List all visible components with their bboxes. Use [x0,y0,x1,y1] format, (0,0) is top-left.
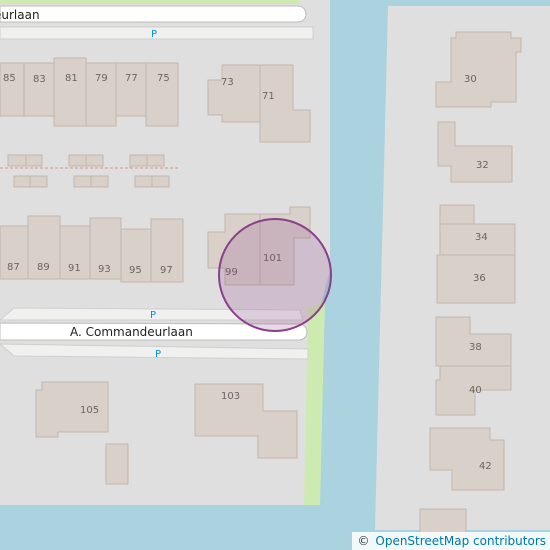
parking-label-top: P [151,29,157,40]
shed [29,175,48,188]
house-number: 93 [98,264,111,275]
shed [146,154,165,167]
building-83 [23,62,55,117]
house-number: 36 [473,273,486,284]
house-number: 75 [157,73,170,84]
top-grass [0,0,300,4]
house-number: 85 [3,73,16,84]
building-81 [53,57,87,127]
shed [134,175,153,188]
house-number: 91 [68,263,81,274]
house-number: 95 [129,265,142,276]
building-85 [0,62,25,117]
house-number: 34 [475,232,488,243]
location-marker[interactable] [218,218,332,332]
shed [13,175,31,188]
house-number: 79 [95,73,108,84]
street-label-main: A. Commandeurlaan [70,325,193,339]
house-number: 103 [221,391,240,402]
house-number: 42 [479,461,492,472]
house-number: 71 [262,91,275,102]
street-label-top: eurlaan [0,8,40,22]
building-shed-bottom [105,443,129,485]
parking-label-bottom: P [155,349,161,360]
osm-contributors-link[interactable]: OpenStreetMap contributors [375,534,546,548]
house-number: 89 [37,262,50,273]
house-number: 87 [7,262,20,273]
shed [7,154,27,167]
house-number: 32 [476,160,489,171]
parking-label-mid: P [150,310,156,321]
building-77 [115,62,147,117]
shed [90,175,109,188]
building-34 [439,204,475,226]
copyright-symbol: © [357,534,370,548]
house-number: 38 [469,342,482,353]
shed [73,175,92,188]
house-number: 97 [160,265,173,276]
shed [151,175,170,188]
shed [68,154,87,167]
map-attribution: © OpenStreetMap contributors [351,532,550,550]
house-number: 77 [125,73,138,84]
map-canvas[interactable]: P P A. Commandeurlaan P 85 83 81 79 77 7… [0,0,550,550]
map-view[interactable]: P P A. Commandeurlaan P 85 83 81 79 77 7… [0,0,550,550]
street-top[interactable] [0,5,307,23]
house-number: 83 [33,74,46,85]
house-number: 40 [469,385,482,396]
shed [25,154,43,167]
house-number: 30 [464,74,477,85]
house-number: 73 [221,77,234,88]
house-number: 105 [80,405,99,416]
shed [85,154,104,167]
shed [129,154,148,167]
house-number: 81 [65,73,78,84]
